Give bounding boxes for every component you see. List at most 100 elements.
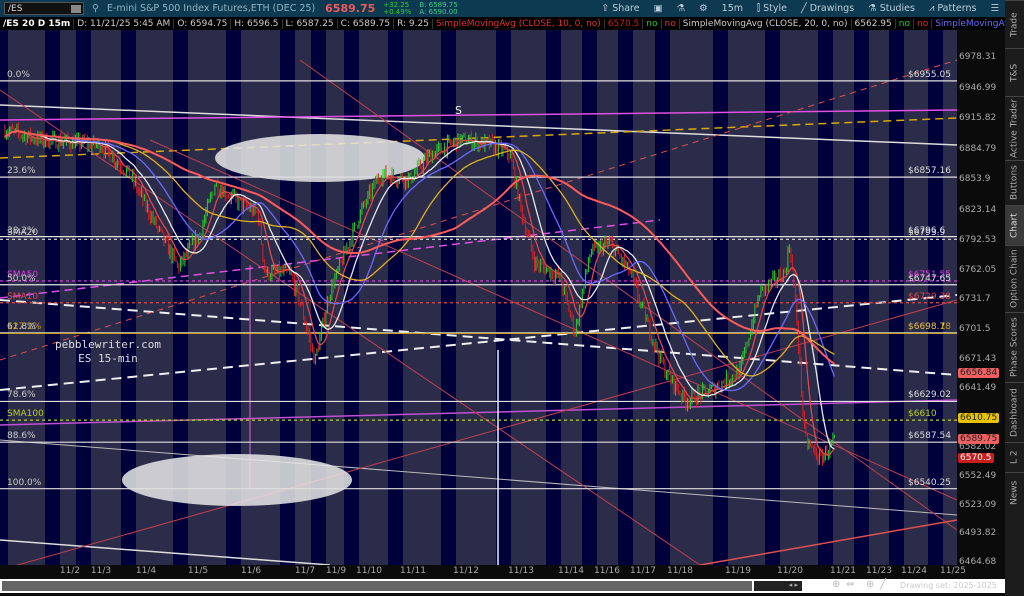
bid-ask-block: B: 6589.75 A: 6590.00: [419, 1, 458, 16]
side-tab-chart[interactable]: Chart: [1005, 205, 1024, 245]
bar-close: C: 6589.75: [338, 18, 395, 29]
share-label: Share: [612, 3, 640, 14]
no-flag: no: [662, 18, 680, 29]
price-badge: 6656.84: [958, 368, 1000, 379]
link-icon[interactable]: ⚲: [92, 3, 99, 14]
level-label-right: $6729.38: [908, 291, 951, 302]
session-band: [388, 30, 403, 565]
scroll-arrows[interactable]: ◂ ▸: [754, 581, 802, 591]
level-label-left: 0.0%: [7, 69, 30, 80]
time-tick: 11/25: [940, 566, 966, 576]
menu-icon[interactable]: ☰: [990, 3, 999, 14]
crosshair-icon[interactable]: ⊕: [866, 579, 874, 590]
no-flag: no: [896, 18, 914, 29]
sma50-study[interactable]: SimpleMovingAvg (CLOSE, 50, 0,...: [932, 19, 1005, 29]
chevron-down-icon: [71, 4, 81, 13]
level-label-right: $6955.05: [908, 69, 951, 80]
side-tab-dashboard[interactable]: Dashboard: [1005, 382, 1024, 442]
gear-icon[interactable]: ⚙: [699, 3, 708, 14]
side-tab-option-chain[interactable]: Option Chain: [1005, 245, 1024, 312]
sma20-study[interactable]: SimpleMovingAvg (CLOSE, 20, 0, no): [680, 18, 852, 29]
time-tick: 11/16: [594, 566, 620, 576]
ask: A: 6590.00: [419, 7, 458, 16]
session-band: [441, 30, 456, 565]
side-tab-l-2[interactable]: L 2: [1005, 442, 1024, 472]
side-tab-trade[interactable]: Trade: [1005, 0, 1024, 48]
session-band: [45, 30, 60, 565]
price-axis[interactable]: 6978.31 6946.99 6915.82 6884.79 6853.9 6823.1…: [957, 30, 1005, 567]
price-chart[interactable]: S 0.0% $6955.05 23.6% $6857.16 38.2% $6796.6 S…: [0, 30, 957, 565]
change-block: +32.25 +0.49%: [383, 1, 411, 16]
time-tick: 11/4: [135, 566, 157, 576]
zoom-icon[interactable]: ⊕: [832, 579, 840, 590]
watermark-site: pebblewriter.com: [55, 338, 161, 351]
studies-button[interactable]: ⚗ Studies: [868, 3, 915, 14]
price-tick: 6823.14: [959, 204, 997, 215]
chart-scrollbar[interactable]: ◂ ▸ ⊕ ⇔ ⊕ ╱ Drawing set: 2025-1025: [0, 579, 1005, 593]
share-button[interactable]: ⇪ Share: [601, 3, 639, 14]
chart-tools: ⇪ Share ▣ ⚗ ⚙ 15m ⫿ Style ╱ Drawings ⚗ S…: [601, 0, 1005, 17]
highlight-ellipse[interactable]: [122, 454, 352, 506]
trendline[interactable]: [0, 59, 957, 361]
drawings-label: Drawings: [809, 3, 855, 14]
session-band: [713, 30, 728, 565]
level-label-right: $6610: [908, 409, 937, 420]
level-label-right: $6793.9: [908, 228, 946, 239]
time-tick: 11/14: [558, 566, 584, 576]
drawing-set[interactable]: Drawing set: 2025-1025: [900, 581, 997, 590]
level-label-left: SMA20: [7, 228, 39, 239]
scroll-thumb[interactable]: [2, 581, 752, 591]
time-tick: 11/20: [777, 566, 803, 576]
price-tick: 6792.53: [959, 234, 997, 245]
side-tab-news[interactable]: News: [1005, 472, 1024, 512]
price-tick: 6731.7: [959, 294, 991, 305]
level-label-right: $6698.18: [908, 322, 951, 333]
patterns-button[interactable]: ⩘ Patterns: [929, 3, 977, 14]
time-tick: 11/7: [294, 566, 316, 576]
side-tab-buttons[interactable]: Buttons: [1005, 160, 1024, 205]
time-tick: 11/24: [901, 566, 927, 576]
sma10-study[interactable]: SimpleMovingAvg (CLOSE, 10, 0, no): [433, 18, 605, 29]
watermark: pebblewriter.com ES 15-min: [55, 338, 161, 366]
alert-icon[interactable]: ▣: [654, 3, 663, 14]
drawings-button[interactable]: ╱ Drawings: [801, 3, 854, 14]
annotation-s[interactable]: S: [455, 104, 462, 117]
level-label-left: SMA100: [7, 409, 44, 420]
time-tick: 11/2: [59, 566, 81, 576]
no-flag: no: [914, 18, 933, 29]
study-info-bar: /ES 20 D 15m D: 11/21/25 5:45 AM O: 6594…: [0, 17, 1005, 30]
time-axis[interactable]: 11/2 11/3 11/4 11/5 11/6 11/7 11/9 11/10 11/11 11…: [0, 565, 966, 578]
price-tick: 6853.9: [959, 174, 991, 185]
trendline[interactable]: [0, 399, 957, 426]
session-band: [76, 30, 91, 565]
level-label-left: 100.0%: [7, 477, 42, 488]
last-price: 6589.75: [325, 2, 376, 15]
price-tick: 6493.82: [959, 528, 997, 539]
symbol-selector[interactable]: /ES: [4, 2, 84, 15]
side-tab-active-trader[interactable]: Active Trader: [1005, 96, 1024, 160]
side-tab-t-s[interactable]: T&S: [1005, 48, 1024, 96]
time-tick: 11/6: [240, 566, 262, 576]
price-tick: 6884.79: [959, 143, 997, 154]
time-tick: 11/21: [830, 566, 856, 576]
symbol-text: /ES: [8, 3, 23, 14]
price-tick: 6671.43: [959, 353, 997, 364]
chart-title: /ES 20 D 15m: [0, 18, 75, 29]
pan-icon[interactable]: ⇔: [846, 579, 854, 590]
studies-label: Studies: [879, 3, 915, 14]
instrument-description: E-mini S&P 500 Index Futures,ETH (DEC 25…: [106, 3, 316, 14]
level-label-left: 78.6%: [7, 390, 36, 401]
flask-icon[interactable]: ⚗: [677, 3, 686, 14]
side-tab-phase-scores[interactable]: Phase Scores: [1005, 312, 1024, 382]
chart-canvas[interactable]: S: [0, 30, 957, 565]
time-tick: 11/17: [630, 566, 656, 576]
sma10-value: 6570.5: [605, 18, 644, 29]
level-label-left: 127.2%: [7, 322, 42, 333]
level-label-right: $6587.54: [908, 431, 951, 442]
bar-high: H: 6596.5: [231, 18, 283, 29]
style-button[interactable]: ⫿ Style: [757, 3, 787, 14]
time-tick: 11/13: [508, 566, 534, 576]
pencil-icon[interactable]: ╱: [880, 579, 886, 590]
timeframe-button[interactable]: 15m: [722, 3, 743, 14]
level-label-left: 23.6%: [7, 166, 36, 177]
